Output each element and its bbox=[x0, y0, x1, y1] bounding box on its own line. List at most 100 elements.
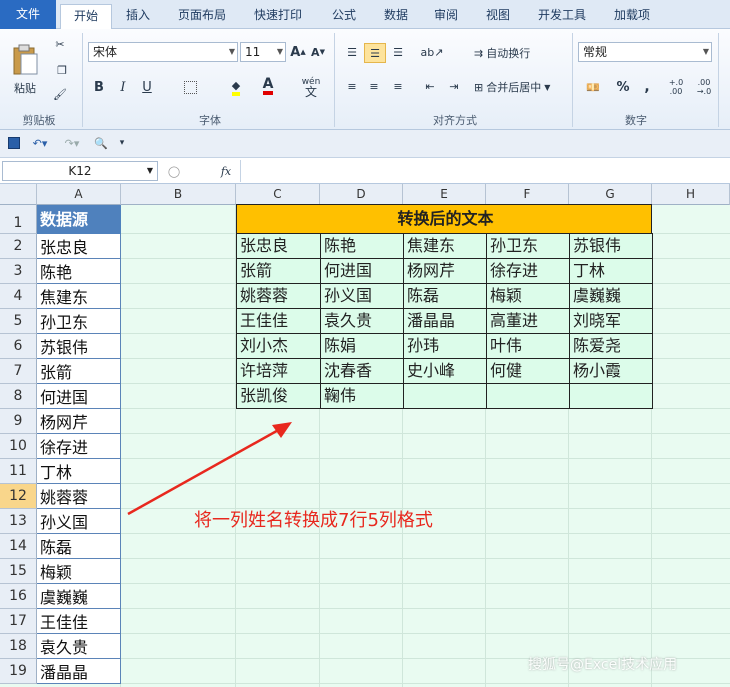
outdent-icon: ⇤ bbox=[425, 79, 435, 93]
undo-button[interactable]: ↶▾ bbox=[28, 135, 52, 151]
align-bottom-button[interactable]: ☰ bbox=[388, 43, 408, 61]
chevron-down-icon: ▾ bbox=[119, 138, 125, 148]
grow-font-button[interactable]: A ▲ bbox=[290, 42, 306, 62]
tab-quick-print[interactable]: 快速打印 bbox=[246, 4, 310, 29]
chevron-down-icon: ▼ bbox=[702, 47, 709, 56]
decrease-indent-button[interactable]: ⇤ bbox=[420, 77, 440, 95]
phonetic-button[interactable]: wén 文 bbox=[296, 75, 326, 99]
clipboard-group-label: 剪贴板 bbox=[22, 114, 56, 127]
redo-icon: ↷▾ bbox=[64, 136, 80, 150]
annotation-text: 将一列姓名转换成7行5列格式 bbox=[194, 510, 433, 531]
font-size-combo[interactable]: 11 ▼ bbox=[240, 42, 286, 62]
chevron-down-icon: ▼ bbox=[146, 166, 153, 175]
align-right-button[interactable]: ≡ bbox=[388, 77, 408, 95]
name-box[interactable]: K12 ▼ bbox=[2, 161, 158, 181]
increase-decimal-button[interactable]: +.0 .00 bbox=[664, 75, 688, 99]
insert-function-button[interactable]: fx bbox=[216, 162, 236, 180]
tab-data[interactable]: 数据 bbox=[374, 4, 418, 29]
border-grid-icon bbox=[183, 80, 197, 94]
increase-indent-button[interactable]: ⇥ bbox=[444, 77, 464, 95]
align-center-icon: ≡ bbox=[369, 79, 379, 93]
group-divider bbox=[718, 33, 719, 127]
number-group-label: 数字 bbox=[625, 114, 647, 127]
tab-insert[interactable]: 插入 bbox=[116, 4, 160, 29]
name-box-value: K12 bbox=[68, 164, 92, 178]
undo-icon: ↶▾ bbox=[32, 136, 48, 150]
align-top-icon: ☰ bbox=[347, 45, 357, 59]
number-format-combo[interactable]: 常规 ▼ bbox=[578, 42, 712, 62]
paste-button[interactable]: 粘贴 bbox=[8, 35, 42, 105]
fill-bucket-icon: ◆ bbox=[231, 79, 241, 96]
tab-view[interactable]: 视图 bbox=[476, 4, 520, 29]
tab-formulas[interactable]: 公式 bbox=[322, 4, 366, 29]
currency-icon: 💴 bbox=[586, 80, 600, 94]
wen-icon: 文 bbox=[304, 85, 317, 99]
tab-page-layout[interactable]: 页面布局 bbox=[170, 4, 234, 29]
cancel-entry-button[interactable]: ◯ bbox=[164, 162, 184, 180]
tab-addins[interactable]: 加载项 bbox=[604, 4, 660, 29]
scissors-icon: ✂ bbox=[55, 37, 65, 51]
tab-review[interactable]: 审阅 bbox=[424, 4, 468, 29]
chevron-down-icon: ▼ bbox=[276, 47, 283, 56]
print-preview-button[interactable]: 🔍 bbox=[90, 135, 112, 151]
align-top-button[interactable]: ☰ bbox=[342, 43, 362, 61]
formula-input[interactable] bbox=[240, 160, 728, 182]
redo-button[interactable]: ↷▾ bbox=[60, 135, 84, 151]
wrap-icon: ⇉ bbox=[474, 46, 484, 60]
quick-access-toolbar: ↶▾ ↷▾ 🔍 ▾ bbox=[0, 130, 730, 158]
tab-home[interactable]: 开始 bbox=[60, 4, 112, 30]
merge-center-label: 合并后居中 bbox=[486, 81, 542, 94]
align-left-button[interactable]: ≡ bbox=[342, 77, 362, 95]
circle-icon: ◯ bbox=[167, 164, 181, 178]
align-left-icon: ≡ bbox=[347, 79, 357, 93]
wrap-text-label: 自动换行 bbox=[486, 47, 531, 60]
orientation-icon: ab↗ bbox=[420, 45, 444, 59]
group-divider bbox=[572, 33, 573, 127]
chevron-down-icon: ▼ bbox=[544, 82, 551, 92]
wrap-text-button[interactable]: ⇉ 自动换行 bbox=[474, 43, 550, 63]
borders-button[interactable] bbox=[178, 77, 202, 97]
font-color-icon: A bbox=[262, 77, 274, 95]
print-preview-icon: 🔍 bbox=[94, 136, 108, 150]
merge-icon: ⊞ bbox=[474, 80, 484, 94]
orientation-button[interactable]: ab↗ bbox=[420, 43, 444, 61]
percent-button[interactable]: % bbox=[614, 77, 632, 97]
bold-button[interactable]: B bbox=[90, 77, 108, 97]
italic-button[interactable]: I bbox=[114, 77, 132, 97]
ribbon-tab-bar: 文件 开始 插入 页面布局 快速打印 公式 数据 审阅 视图 开发工具 加载项 bbox=[0, 0, 730, 30]
font-group-label: 字体 bbox=[199, 114, 221, 127]
shrink-font-button[interactable]: A ▼ bbox=[310, 42, 326, 62]
underline-button[interactable]: U bbox=[138, 77, 156, 97]
decrease-decimal-button[interactable]: .00 →.0 bbox=[692, 75, 716, 99]
tab-developer[interactable]: 开发工具 bbox=[530, 4, 594, 29]
font-name-value: 宋体 bbox=[93, 45, 118, 59]
fill-color-button[interactable]: ◆ bbox=[224, 77, 248, 97]
copy-button[interactable]: ❐ bbox=[50, 61, 74, 79]
number-format-value: 常规 bbox=[583, 45, 608, 59]
font-name-combo[interactable]: 宋体 ▼ bbox=[88, 42, 238, 62]
save-button[interactable] bbox=[6, 135, 22, 151]
watermark: 搜狐号@Excel技术应用 bbox=[528, 657, 678, 673]
chevron-down-icon: ▼ bbox=[228, 47, 235, 56]
paste-label: 粘贴 bbox=[14, 82, 36, 95]
currency-button[interactable]: 💴 bbox=[578, 77, 608, 97]
align-center-button[interactable]: ≡ bbox=[364, 77, 384, 95]
tab-file[interactable]: 文件 bbox=[0, 0, 56, 29]
worksheet-grid[interactable]: ABCDEFGH 1 2 3 4 5 6 7 8 9 10 11 12 13 14 15 16 17 18 19 数… bbox=[0, 184, 730, 687]
alignment-group-label: 对齐方式 bbox=[433, 114, 477, 127]
indent-icon: ⇥ bbox=[449, 79, 459, 93]
customize-qat-button[interactable]: ▾ bbox=[116, 135, 128, 151]
font-size-value: 11 bbox=[245, 45, 261, 59]
cut-button[interactable]: ✂ bbox=[50, 35, 70, 53]
paste-icon bbox=[13, 44, 38, 75]
align-middle-button[interactable]: ☰ bbox=[364, 43, 386, 63]
align-middle-icon: ☰ bbox=[370, 46, 380, 60]
annotation-arrow bbox=[127, 422, 292, 516]
comma-button[interactable]: , bbox=[638, 77, 656, 97]
format-painter-button[interactable]: 🖌 bbox=[50, 85, 70, 103]
group-divider bbox=[82, 33, 83, 127]
brush-icon: 🖌 bbox=[53, 87, 67, 101]
merge-center-button[interactable]: ⊞ 合并后居中 ▼ bbox=[474, 77, 566, 97]
font-color-button[interactable]: A bbox=[256, 75, 280, 97]
formula-bar: K12 ▼ ◯ fx bbox=[0, 158, 730, 184]
